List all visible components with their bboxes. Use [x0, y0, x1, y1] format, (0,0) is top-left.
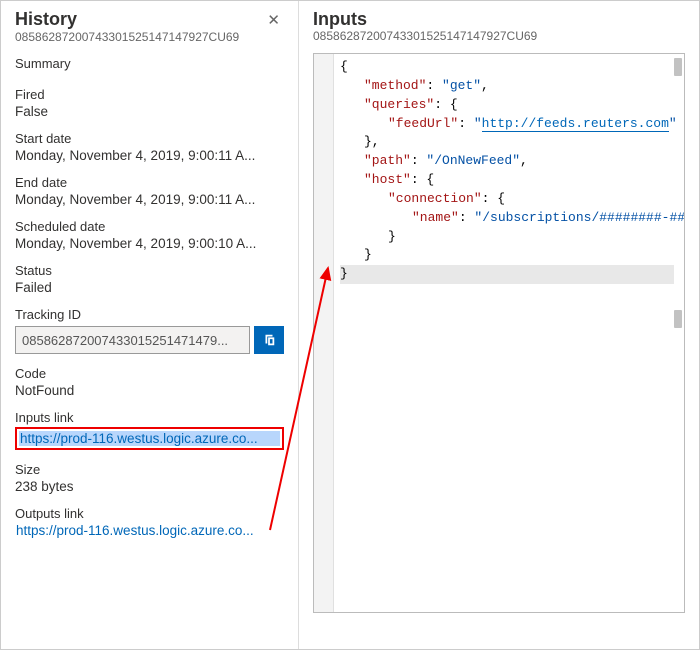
- json-key: "feedUrl": [388, 116, 458, 131]
- code-value: NotFound: [15, 383, 284, 398]
- json-key: "name": [412, 210, 459, 225]
- inputs-id: 08586287200743301525147147927CU69: [313, 29, 685, 43]
- json-value: "get": [442, 78, 481, 93]
- status-label: Status: [15, 263, 284, 278]
- start-date-label: Start date: [15, 131, 284, 146]
- size-label: Size: [15, 462, 284, 477]
- tracking-id-label: Tracking ID: [15, 307, 284, 322]
- inputs-title: Inputs: [313, 9, 685, 30]
- json-value: "/subscriptions/########-##: [474, 210, 684, 225]
- start-date-value: Monday, November 4, 2019, 9:00:11 A...: [15, 148, 284, 163]
- outputs-link[interactable]: https://prod-116.westus.logic.azure.co..…: [15, 523, 284, 538]
- json-key: "method": [364, 78, 426, 93]
- end-date-value: Monday, November 4, 2019, 9:00:11 A...: [15, 192, 284, 207]
- editor-gutter: [314, 54, 334, 612]
- json-key: "path": [364, 153, 411, 168]
- summary-label: Summary: [15, 56, 284, 71]
- history-panel: History ✕ 08586287200743301525147147927C…: [1, 1, 299, 649]
- json-key: "queries": [364, 97, 434, 112]
- status-value: Failed: [15, 280, 284, 295]
- scheduled-date-label: Scheduled date: [15, 219, 284, 234]
- inputs-link-label: Inputs link: [15, 410, 284, 425]
- history-id: 08586287200743301525147147927CU69: [15, 30, 284, 44]
- json-brace-open: {: [340, 59, 348, 74]
- scheduled-date-value: Monday, November 4, 2019, 9:00:10 A...: [15, 236, 284, 251]
- close-icon[interactable]: ✕: [263, 9, 284, 31]
- json-key: "connection": [388, 191, 482, 206]
- code-label: Code: [15, 366, 284, 381]
- inputs-link[interactable]: https://prod-116.westus.logic.azure.co..…: [19, 431, 280, 446]
- inputs-link-highlight: https://prod-116.westus.logic.azure.co..…: [15, 427, 284, 450]
- json-value: "/OnNewFeed": [426, 153, 520, 168]
- json-url[interactable]: http://feeds.reuters.com: [482, 116, 669, 132]
- inputs-panel: Inputs 08586287200743301525147147927CU69…: [299, 1, 699, 649]
- scrollbar-thumb-mid[interactable]: [674, 310, 682, 328]
- json-brace-close: }: [340, 266, 348, 281]
- json-viewer[interactable]: { "method": "get", "queries": { "feedUrl…: [313, 53, 685, 613]
- copy-icon: [262, 333, 276, 347]
- copy-button[interactable]: [254, 326, 284, 354]
- size-value: 238 bytes: [15, 479, 284, 494]
- tracking-id-input[interactable]: [15, 326, 250, 354]
- history-title: History: [15, 9, 263, 30]
- fired-label: Fired: [15, 87, 284, 102]
- end-date-label: End date: [15, 175, 284, 190]
- json-key: "host": [364, 172, 411, 187]
- json-content: { "method": "get", "queries": { "feedUrl…: [314, 54, 684, 612]
- outputs-link-label: Outputs link: [15, 506, 284, 521]
- scrollbar-thumb-top[interactable]: [674, 58, 682, 76]
- fired-value: False: [15, 104, 284, 119]
